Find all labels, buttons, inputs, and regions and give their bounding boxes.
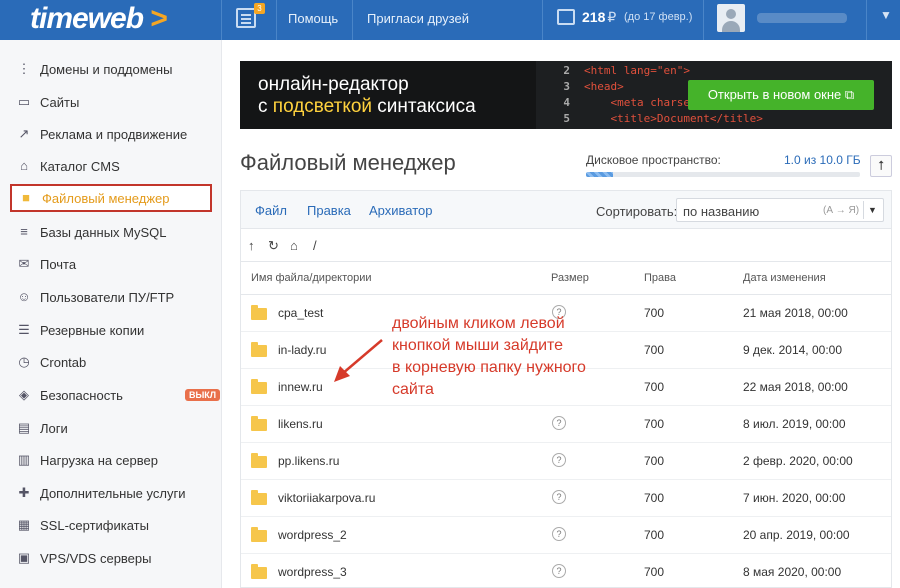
- sidebar-item-backups[interactable]: ☰ Резервные копии: [10, 316, 212, 344]
- sidebar-item-logs[interactable]: ▤ Логи: [10, 414, 212, 442]
- clock-icon: ◷: [18, 354, 30, 369]
- sidebar-item-ads[interactable]: ↗ Реклама и продвижение: [10, 120, 212, 148]
- balance-amount[interactable]: 218 ₽: [582, 9, 616, 26]
- sidebar-item-users[interactable]: ☺ Пользователи ПУ/FTP: [10, 283, 212, 311]
- help-icon[interactable]: ?: [552, 564, 566, 578]
- sidebar-item-vps[interactable]: ▣ VPS/VDS серверы: [10, 544, 212, 572]
- upload-button[interactable]: ⭡: [870, 155, 892, 177]
- open-editor-button[interactable]: Открыть в новом окне ⧉: [688, 80, 874, 110]
- domains-icon: ⋮: [17, 61, 31, 76]
- divider: [276, 0, 277, 40]
- chevron-down-icon[interactable]: ▼: [863, 201, 881, 219]
- table-row[interactable]: viktoriiakarpova.ru? 700 7 июн. 2020, 00:0…: [241, 480, 891, 517]
- username-blurred[interactable]: [757, 13, 847, 23]
- folder-icon: [251, 342, 267, 357]
- divider: [352, 0, 353, 40]
- menu-archiver[interactable]: Архиватор: [369, 203, 433, 218]
- banner-title: онлайн-редактор с подсветкой синтаксиса: [258, 74, 476, 117]
- backup-icon: ☰: [18, 322, 30, 337]
- divider: [542, 0, 543, 40]
- load-icon: ▥: [17, 452, 31, 467]
- invite-friends-link[interactable]: Пригласи друзей: [367, 11, 469, 26]
- logs-icon: ▤: [17, 420, 31, 435]
- table-row[interactable]: wordpress_2? 700 20 апр. 2019, 00:00: [241, 517, 891, 554]
- divider: [703, 0, 704, 40]
- file-toolbar: Файл Правка Архиватор Сортировать: по на…: [241, 191, 891, 229]
- sidebar-item-domains[interactable]: ⋮ Домены и поддомены: [10, 55, 212, 83]
- shield-icon: ◈: [19, 387, 29, 402]
- wallet-icon[interactable]: [557, 9, 575, 25]
- folder-icon: [251, 379, 267, 394]
- sidebar-item-extras[interactable]: ✚ Дополнительные услуги: [10, 479, 212, 507]
- table-row[interactable]: wordpress_3? 700 8 мая 2020, 00:00: [241, 554, 891, 588]
- folder-icon: [251, 490, 267, 505]
- sidebar-item-cms[interactable]: ⌂ Каталог CMS: [10, 152, 212, 180]
- security-off-badge: ВЫКЛ: [185, 389, 221, 401]
- messages-icon[interactable]: [236, 8, 256, 28]
- page-title: Файловый менеджер: [240, 150, 456, 175]
- menu-file[interactable]: Файл: [255, 203, 287, 218]
- editor-promo-banner[interactable]: онлайн-редактор с подсветкой синтаксиса …: [240, 61, 892, 129]
- help-link[interactable]: Помощь: [288, 11, 338, 26]
- sort-label: Сортировать:: [596, 204, 678, 219]
- table-row[interactable]: pp.likens.ru? 700 2 февр. 2020, 00:00: [241, 443, 891, 480]
- disk-usage-bar: [586, 172, 860, 177]
- help-icon[interactable]: ?: [552, 527, 566, 541]
- divider: [221, 0, 222, 40]
- ssl-icon: ▦: [17, 517, 31, 532]
- folder-icon: ■: [22, 190, 30, 205]
- sidebar-item-sites[interactable]: ▭ Сайты: [10, 88, 212, 116]
- mail-icon: ✉: [18, 256, 30, 271]
- column-header-size[interactable]: Размер: [551, 272, 589, 284]
- column-header-date[interactable]: Дата изменения: [743, 272, 826, 284]
- sidebar-item-file-manager[interactable]: ■ Файловый менеджер: [10, 184, 212, 212]
- instruction-annotation: двойным кликом левой кнопкой мыши зайдит…: [392, 315, 586, 398]
- help-icon[interactable]: ?: [552, 453, 566, 467]
- top-bar: timeweb > 3 Помощь Пригласи друзей 218 ₽ …: [0, 0, 900, 40]
- sidebar-item-mail[interactable]: ✉ Почта: [10, 250, 212, 278]
- chevron-down-icon[interactable]: ▼: [880, 8, 892, 22]
- column-header-permissions[interactable]: Права: [644, 272, 676, 284]
- avatar[interactable]: [717, 4, 745, 32]
- annotation-arrow-icon: [334, 339, 383, 382]
- arrow-up-icon[interactable]: ↑: [248, 238, 255, 253]
- sites-icon: ▭: [17, 94, 31, 109]
- sidebar: ⋮ Домены и поддомены ▭ Сайты ↗ Реклама и пр…: [0, 40, 222, 588]
- cms-icon: ⌂: [20, 158, 28, 173]
- sidebar-item-mysql[interactable]: ≡ Базы данных MySQL: [10, 218, 212, 246]
- extras-icon: ✚: [18, 485, 30, 500]
- sidebar-item-ssl[interactable]: ▦ SSL-сертификаты: [10, 511, 212, 539]
- folder-icon: [251, 527, 267, 542]
- breadcrumb[interactable]: /: [313, 238, 317, 253]
- sidebar-item-security[interactable]: ◈ Безопасность ВЫКЛ: [10, 381, 221, 409]
- disk-space-value[interactable]: 1.0 из 10.0 ГБ: [784, 153, 861, 167]
- folder-icon: [251, 453, 267, 468]
- disk-usage-fill: [586, 172, 614, 177]
- help-icon[interactable]: ?: [552, 490, 566, 504]
- folder-icon: [251, 305, 267, 320]
- server-icon: ▣: [17, 550, 31, 565]
- sidebar-item-crontab[interactable]: ◷ Crontab: [10, 348, 212, 376]
- database-icon: ≡: [20, 224, 28, 239]
- users-icon: ☺: [17, 289, 31, 304]
- messages-count-badge: 3: [254, 3, 265, 14]
- refresh-icon[interactable]: ↻: [268, 238, 279, 254]
- folder-icon: [251, 416, 267, 431]
- balance-until: (до 17 февр.): [624, 11, 693, 23]
- path-bar: ↑ ↻ ⌂ /: [241, 230, 891, 262]
- table-row[interactable]: likens.ru? 700 8 июл. 2019, 00:00: [241, 406, 891, 443]
- divider: [866, 0, 867, 40]
- column-header-name[interactable]: Имя файла/директории: [251, 272, 372, 284]
- timeweb-logo[interactable]: timeweb >: [30, 2, 168, 36]
- sidebar-item-load[interactable]: ▥ Нагрузка на сервер: [10, 446, 212, 474]
- sort-select[interactable]: по названию (А → Я) ▼: [676, 198, 884, 222]
- home-icon[interactable]: ⌂: [290, 238, 298, 253]
- disk-space-label: Дисковое пространство:: [586, 153, 721, 167]
- menu-edit[interactable]: Правка: [307, 203, 351, 218]
- help-icon[interactable]: ?: [552, 416, 566, 430]
- folder-icon: [251, 564, 267, 579]
- ads-icon: ↗: [18, 126, 30, 141]
